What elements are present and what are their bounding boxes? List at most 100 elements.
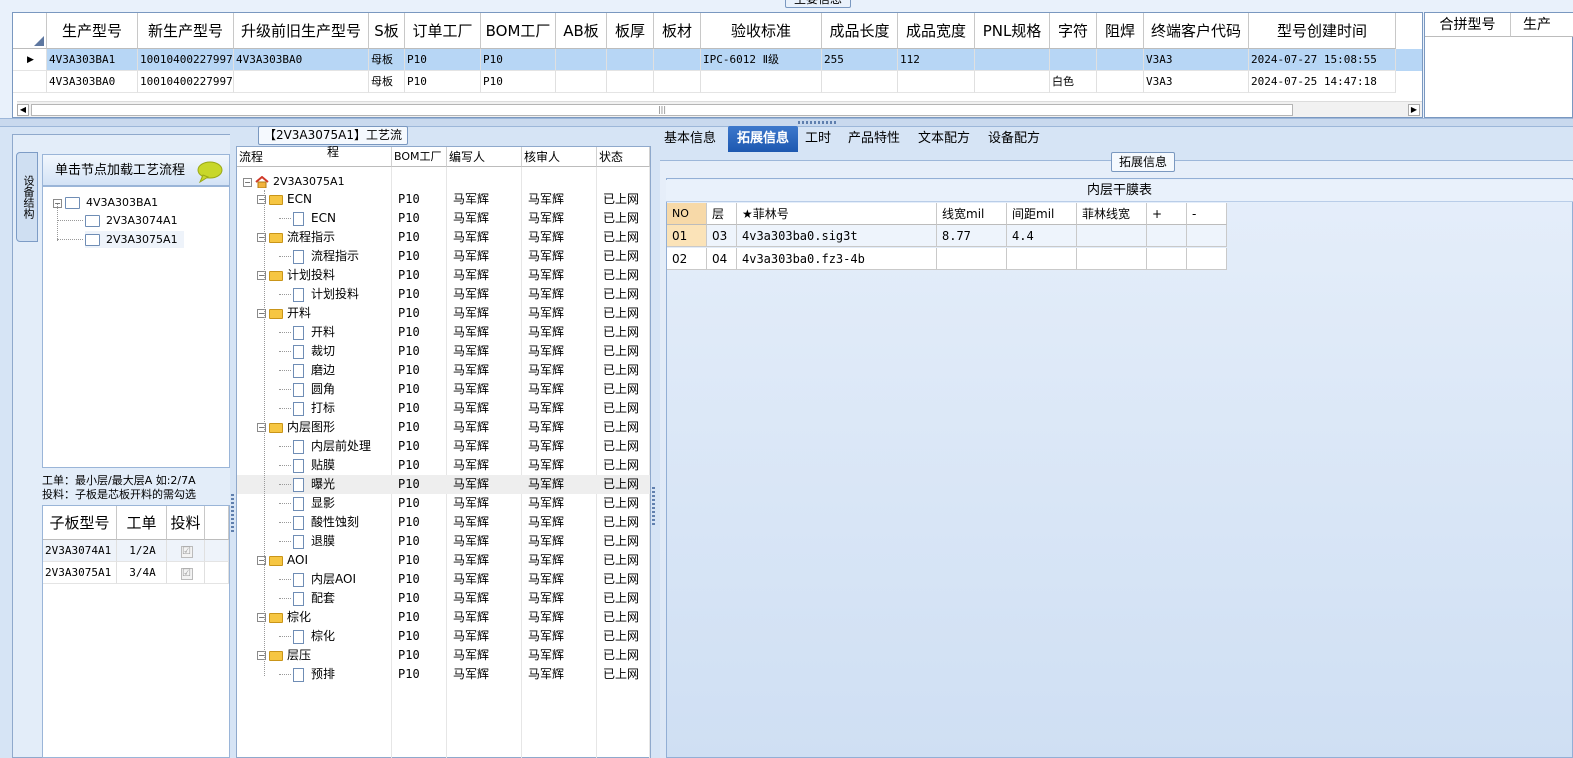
- table-cell[interactable]: 2V3A3075A1: [43, 562, 117, 584]
- table-cell[interactable]: V3A3: [1144, 71, 1249, 93]
- table-cell[interactable]: P10: [405, 49, 481, 71]
- middle-splitter[interactable]: [651, 127, 657, 758]
- process-row[interactable]: 显影 P10 马军辉 马军辉 已上网: [237, 494, 650, 513]
- table-cell[interactable]: V3A3: [1144, 49, 1249, 71]
- ext-col-header[interactable]: ★菲林号: [737, 203, 937, 225]
- tab-1[interactable]: 拓展信息: [728, 126, 798, 152]
- col-header[interactable]: 成品长度: [822, 13, 898, 49]
- collapse-icon[interactable]: −: [243, 177, 252, 187]
- col-header[interactable]: 成品宽度: [898, 13, 975, 49]
- table-row[interactable]: 4V3A303BA0 10010400227997 母板 P10 P10 白色 V3A3 20…: [13, 71, 1422, 93]
- table-cell[interactable]: [822, 71, 898, 93]
- merge-col-header[interactable]: 生产: [1511, 13, 1573, 37]
- col-header[interactable]: 生产型号: [47, 13, 138, 49]
- table-cell[interactable]: [607, 71, 654, 93]
- table-cell[interactable]: P10: [405, 71, 481, 93]
- tab-0[interactable]: 基本信息: [660, 126, 720, 152]
- checkbox-icon[interactable]: ☑: [180, 568, 193, 580]
- ext-cell[interactable]: 4.4: [1007, 225, 1077, 247]
- table-cell[interactable]: [234, 71, 369, 93]
- tab-3[interactable]: 产品特性: [843, 126, 905, 152]
- table-cell[interactable]: 白色: [1050, 71, 1097, 93]
- ext-col-header[interactable]: NO: [667, 203, 707, 225]
- table-cell[interactable]: 255: [822, 49, 898, 71]
- col-header[interactable]: S板: [369, 13, 405, 49]
- col-header[interactable]: 升级前旧生产型号: [234, 13, 369, 49]
- table-cell[interactable]: [975, 49, 1050, 71]
- process-row[interactable]: ECN P10 马军辉 马军辉 已上网: [237, 209, 650, 228]
- process-row[interactable]: − 流程指示 P10 马军辉 马军辉 已上网: [237, 228, 650, 247]
- table-cell[interactable]: 4V3A303BA1: [47, 49, 138, 71]
- col-header[interactable]: PNL规格: [975, 13, 1050, 49]
- ext-col-header[interactable]: 线宽mil: [937, 203, 1007, 225]
- table-cell[interactable]: 112: [898, 49, 975, 71]
- process-row[interactable]: − 层压 P10 马军辉 马军辉 已上网: [237, 646, 650, 665]
- col-header[interactable]: 新生产型号: [138, 13, 234, 49]
- table-cell[interactable]: 3/4A: [117, 562, 167, 584]
- table-cell[interactable]: [654, 71, 701, 93]
- table-cell[interactable]: 4V3A303BA0: [47, 71, 138, 93]
- process-row[interactable]: − 计划投料 P10 马军辉 马军辉 已上网: [237, 266, 650, 285]
- process-row[interactable]: 开料 P10 马军辉 马军辉 已上网: [237, 323, 650, 342]
- checkbox-icon[interactable]: ☑: [180, 546, 193, 558]
- ext-col-header[interactable]: 间距mil: [1007, 203, 1077, 225]
- table-cell[interactable]: [607, 49, 654, 71]
- process-row[interactable]: 打标 P10 马军辉 马军辉 已上网: [237, 399, 650, 418]
- feed-checkbox[interactable]: ☑: [167, 562, 205, 584]
- process-row[interactable]: 棕化 P10 马军辉 马军辉 已上网: [237, 627, 650, 646]
- tree-node[interactable]: −4V3A303BA1: [53, 194, 158, 211]
- col-header[interactable]: 终端客户代码: [1144, 13, 1249, 49]
- ext-cell[interactable]: 8.77: [937, 225, 1007, 247]
- ext-cell[interactable]: [1187, 225, 1227, 247]
- col-header[interactable]: 板厚: [607, 13, 654, 49]
- table-cell[interactable]: IPC-6012 Ⅱ级: [701, 49, 822, 71]
- process-row[interactable]: 曝光 P10 马军辉 马军辉 已上网: [237, 475, 650, 494]
- table-cell[interactable]: [1097, 49, 1144, 71]
- table-cell[interactable]: 1/2A: [117, 540, 167, 562]
- ext-cell[interactable]: [1077, 248, 1147, 270]
- process-row[interactable]: − 棕化 P10 马军辉 马军辉 已上网: [237, 608, 650, 627]
- table-cell[interactable]: 10010400227997: [138, 49, 234, 71]
- ext-cell[interactable]: [1147, 248, 1187, 270]
- process-row[interactable]: 配套 P10 马军辉 马军辉 已上网: [237, 589, 650, 608]
- process-row[interactable]: 内层AOI P10 马军辉 马军辉 已上网: [237, 570, 650, 589]
- process-row[interactable]: 内层前处理 P10 马军辉 马军辉 已上网: [237, 437, 650, 456]
- ext-cell[interactable]: [1077, 225, 1147, 247]
- scroll-left-icon[interactable]: ◀: [17, 104, 29, 116]
- row-indicator-icon[interactable]: ▶: [13, 49, 47, 71]
- merge-col-header[interactable]: 合拼型号: [1425, 13, 1511, 37]
- ext-cell[interactable]: 04: [707, 248, 737, 270]
- tab-5[interactable]: 设备配方: [983, 126, 1045, 152]
- ext-cell[interactable]: 03: [707, 225, 737, 247]
- table-cell[interactable]: 4V3A303BA0: [234, 49, 369, 71]
- select-all-corner[interactable]: [13, 13, 47, 49]
- col-header[interactable]: 型号创建时间: [1249, 13, 1396, 49]
- process-row[interactable]: 贴膜 P10 马军辉 马军辉 已上网: [237, 456, 650, 475]
- col-header[interactable]: AB板: [556, 13, 607, 49]
- tab-4[interactable]: 文本配方: [913, 126, 975, 152]
- table-cell[interactable]: P10: [481, 71, 556, 93]
- tree-node[interactable]: 2V3A3074A1: [85, 212, 178, 229]
- sub-col-header[interactable]: 投料: [167, 506, 205, 540]
- col-header[interactable]: 板材: [654, 13, 701, 49]
- process-row[interactable]: − 开料 P10 马军辉 马军辉 已上网: [237, 304, 650, 323]
- sub-col-header[interactable]: 子板型号: [43, 506, 117, 540]
- table-cell[interactable]: [556, 71, 607, 93]
- row-indicator[interactable]: [13, 71, 47, 93]
- table-cell[interactable]: [898, 71, 975, 93]
- ext-cell[interactable]: [1187, 248, 1227, 270]
- table-cell[interactable]: P10: [481, 49, 556, 71]
- process-row[interactable]: 预排 P10 马军辉 马军辉 已上网: [237, 665, 650, 684]
- table-cell[interactable]: [556, 49, 607, 71]
- table-cell[interactable]: 母板: [369, 71, 405, 93]
- table-cell[interactable]: [1097, 71, 1144, 93]
- col-header[interactable]: 阻焊: [1097, 13, 1144, 49]
- scroll-thumb[interactable]: |||: [31, 104, 1293, 116]
- table-cell[interactable]: [975, 71, 1050, 93]
- ext-col-header[interactable]: -: [1187, 203, 1227, 225]
- process-row[interactable]: − 内层图形 P10 马军辉 马军辉 已上网: [237, 418, 650, 437]
- table-cell[interactable]: [701, 71, 822, 93]
- col-header[interactable]: 订单工厂: [405, 13, 481, 49]
- process-row[interactable]: 流程指示 P10 马军辉 马军辉 已上网: [237, 247, 650, 266]
- table-cell[interactable]: [654, 49, 701, 71]
